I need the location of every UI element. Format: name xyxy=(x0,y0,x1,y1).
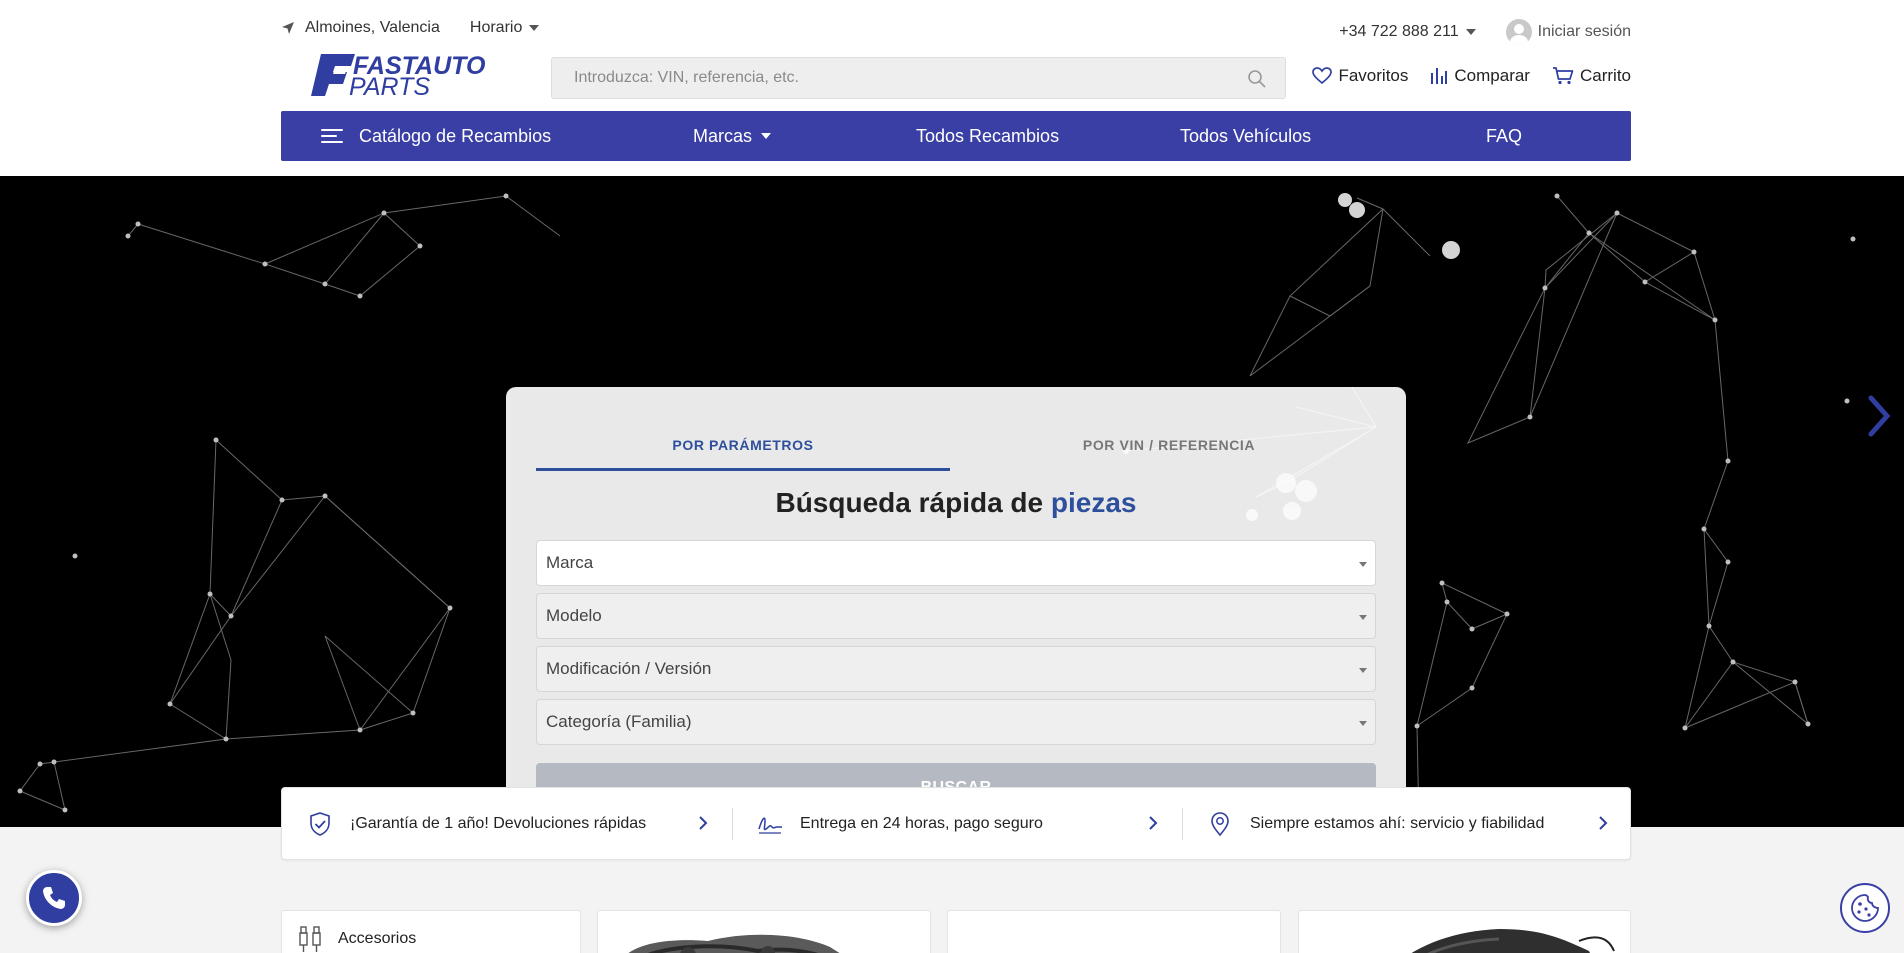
main-navigation: Catálogo de Recambios Marcas Todos Recam… xyxy=(281,111,1631,161)
tab-by-parameters[interactable]: POR PARÁMETROS xyxy=(536,427,950,471)
cart-icon xyxy=(1552,67,1574,85)
category-select[interactable]: Categoría (Familia) xyxy=(536,699,1376,745)
brand-select-value: Marca xyxy=(546,553,594,572)
finder-title-prefix: Búsqueda rápida de xyxy=(775,487,1051,518)
nav-all-vehicles-label: Todos Vehículos xyxy=(1180,125,1312,146)
finder-title: Búsqueda rápida de piezas xyxy=(506,487,1406,519)
category-select-value: Categoría (Familia) xyxy=(546,712,692,731)
version-select[interactable]: Modificación / Versión xyxy=(536,646,1376,692)
search-icon[interactable] xyxy=(1247,69,1267,89)
finder-tabs: POR PARÁMETROS POR VIN / REFERENCIA xyxy=(536,427,1376,471)
intake-hose-image xyxy=(1411,929,1615,953)
chevron-right-icon[interactable] xyxy=(1865,394,1893,438)
chevron-right-icon xyxy=(699,816,708,830)
location-group: Almoines, Valencia Horario xyxy=(281,19,540,37)
signature-icon xyxy=(758,817,782,834)
shield-check-icon xyxy=(310,811,330,836)
feature-delivery[interactable]: Entrega en 24 horas, pago seguro xyxy=(732,788,1182,859)
search-input[interactable] xyxy=(552,58,1285,98)
nav-brands-label: Marcas xyxy=(693,125,753,146)
phone-icon xyxy=(43,887,65,909)
location-pin-icon xyxy=(1211,811,1229,836)
tab-by-vin[interactable]: POR VIN / REFERENCIA xyxy=(962,427,1376,471)
search-box xyxy=(551,57,1286,99)
category-card-accessories[interactable]: Accesorios xyxy=(281,910,581,953)
dropdown-arrow-icon xyxy=(1359,562,1367,567)
site-header: Almoines, Valencia Horario +34 722 888 2… xyxy=(0,0,1904,176)
cart-label: Carrito xyxy=(1579,66,1631,85)
features-bar: ¡Garantía de 1 año! Devoluciones rápidas… xyxy=(281,787,1631,860)
account-group: +34 722 888 211 Iniciar sesión xyxy=(1339,19,1631,45)
nav-faq[interactable]: FAQ xyxy=(1486,111,1522,161)
spark-plug-icon xyxy=(299,926,321,952)
top-info-bar: Almoines, Valencia Horario +34 722 888 2… xyxy=(281,19,1631,45)
nav-all-parts-label: Todos Recambios xyxy=(916,125,1060,146)
feature-warranty[interactable]: ¡Garantía de 1 año! Devoluciones rápidas xyxy=(282,788,732,859)
user-avatar-icon xyxy=(1505,19,1532,45)
nav-catalog[interactable]: Catálogo de Recambios xyxy=(321,111,551,161)
header-actions: Favoritos Comparar Carrito xyxy=(1290,66,1631,86)
chevron-down-icon xyxy=(529,25,540,31)
chevron-down-icon xyxy=(761,133,772,139)
nav-all-vehicles[interactable]: Todos Vehículos xyxy=(1180,111,1311,161)
chevron-down-icon xyxy=(1465,29,1476,35)
site-logo[interactable]: FASTAUTO PARTS xyxy=(311,52,511,98)
phone-number: +34 722 888 211 xyxy=(1339,23,1459,40)
dropdown-arrow-icon xyxy=(1359,668,1367,673)
product-card-intake[interactable] xyxy=(1298,910,1631,953)
compare-link[interactable]: Comparar xyxy=(1430,66,1530,86)
bar-chart-icon xyxy=(1431,68,1448,84)
dropdown-arrow-icon xyxy=(1359,721,1367,726)
product-card-part[interactable] xyxy=(947,910,1281,953)
product-card-engine[interactable] xyxy=(597,910,931,953)
hero-banner: POR PARÁMETROS POR VIN / REFERENCIA Búsq… xyxy=(0,176,1904,827)
chevron-right-icon xyxy=(1149,816,1158,830)
cookie-icon xyxy=(1851,894,1879,922)
feature-delivery-text: Entrega en 24 horas, pago seguro xyxy=(800,814,1043,832)
nav-all-parts[interactable]: Todos Recambios xyxy=(916,111,1059,161)
location-text[interactable]: Almoines, Valencia xyxy=(305,19,440,37)
model-select[interactable]: Modelo xyxy=(536,593,1376,639)
compare-label: Comparar xyxy=(1454,66,1530,85)
category-card-label: Accesorios xyxy=(338,930,417,947)
model-select-value: Modelo xyxy=(546,606,602,625)
phone-dropdown[interactable]: +34 722 888 211 xyxy=(1339,23,1476,41)
hours-dropdown[interactable]: Horario xyxy=(469,19,540,37)
feature-warranty-text: ¡Garantía de 1 año! Devoluciones rápidas xyxy=(350,814,647,832)
hours-label: Horario xyxy=(469,19,523,36)
nav-catalog-label: Catálogo de Recambios xyxy=(359,125,552,146)
cart-link[interactable]: Carrito xyxy=(1552,66,1631,86)
call-button[interactable] xyxy=(26,870,82,926)
logo-text-line2: PARTS xyxy=(349,73,430,98)
version-select-value: Modificación / Versión xyxy=(546,659,712,678)
favorites-label: Favoritos xyxy=(1338,66,1409,85)
navigation-arrow-icon xyxy=(282,22,294,34)
brand-select[interactable]: Marca xyxy=(536,540,1376,586)
cookie-settings-button[interactable] xyxy=(1840,883,1890,933)
engine-image xyxy=(628,934,840,953)
parts-finder-panel: POR PARÁMETROS POR VIN / REFERENCIA Búsq… xyxy=(506,387,1406,827)
nav-faq-label: FAQ xyxy=(1486,125,1523,146)
favorites-link[interactable]: Favoritos xyxy=(1312,66,1408,86)
menu-icon xyxy=(321,128,343,144)
login-link[interactable]: Iniciar sesión xyxy=(1505,19,1631,45)
chevron-right-icon xyxy=(1599,816,1608,830)
finder-title-highlight: piezas xyxy=(1050,487,1137,518)
dropdown-arrow-icon xyxy=(1359,615,1367,620)
login-label: Iniciar sesión xyxy=(1537,23,1631,40)
heart-icon xyxy=(1312,67,1333,85)
feature-service[interactable]: Siempre estamos ahí: servicio y fiabilid… xyxy=(1182,788,1632,859)
nav-brands[interactable]: Marcas xyxy=(693,111,772,161)
feature-service-text: Siempre estamos ahí: servicio y fiabilid… xyxy=(1250,814,1545,832)
